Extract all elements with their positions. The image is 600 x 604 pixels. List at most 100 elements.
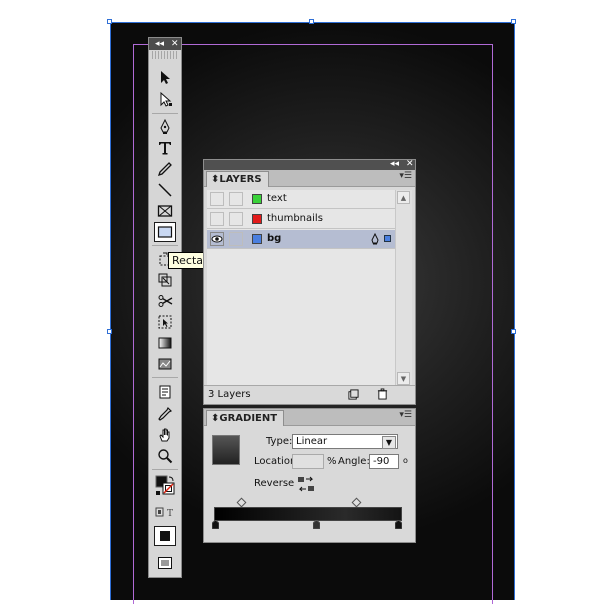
pencil-icon	[157, 162, 172, 177]
layers-panel-topbar[interactable]: ◂◂ ✕	[204, 159, 415, 170]
line-icon	[158, 183, 172, 197]
reverse-gradient-icon[interactable]	[297, 476, 315, 492]
rectangle-icon	[157, 226, 173, 238]
rectangle-tool[interactable]	[154, 222, 176, 242]
handle-top-right[interactable]	[511, 19, 516, 24]
collapse-icon[interactable]: ◂◂	[155, 38, 164, 50]
layer-name: text	[267, 193, 287, 204]
handle-middle-right[interactable]	[511, 329, 516, 334]
type-label: Type:	[266, 436, 293, 447]
panel-menu-icon[interactable]: ▾☰	[399, 171, 412, 181]
gradient-feather-tool[interactable]	[154, 354, 176, 374]
eye-icon	[211, 235, 223, 243]
direct-selection-tool[interactable]	[154, 89, 176, 109]
screen-mode-button[interactable]	[154, 553, 176, 573]
layers-tabstrip: ⬍LAYERS ▾☰	[204, 170, 415, 187]
handle-top-left[interactable]	[107, 19, 112, 24]
gradient-swatch-tool[interactable]	[154, 333, 176, 353]
reverse-label: Reverse	[254, 478, 295, 489]
tool-separator	[152, 377, 178, 378]
visibility-toggle[interactable]	[210, 232, 224, 246]
layer-color-swatch	[252, 194, 262, 204]
formatting-toggles[interactable]: T	[154, 505, 176, 519]
scale-icon	[158, 273, 172, 287]
pen-tool[interactable]	[154, 117, 176, 137]
scissors-tool[interactable]	[154, 291, 176, 311]
layers-panel: ◂◂ ✕ ⬍LAYERS ▾☰ text thumbnails bg ▲ ▼ 3…	[203, 159, 416, 405]
normal-view-icon	[160, 531, 170, 541]
gradient-type-select[interactable]: Linear ▼	[292, 434, 398, 449]
zoom-tool[interactable]	[154, 446, 176, 466]
layers-scrollbar[interactable]: ▲ ▼	[395, 190, 412, 386]
hand-icon	[159, 428, 170, 442]
midpoint-diamond[interactable]	[236, 497, 247, 508]
note-tool[interactable]	[154, 382, 176, 402]
selected-item-indicator[interactable]	[384, 235, 391, 242]
eyedropper-icon	[158, 406, 173, 421]
collapse-icon[interactable]: ◂◂	[390, 159, 399, 169]
layers-footer: 3 Layers	[204, 385, 415, 404]
gradient-panel: ⬍GRADIENT ▾☰ Type: Linear ▼ Location: % …	[203, 408, 416, 543]
angle-field[interactable]: -90	[369, 454, 399, 469]
visibility-toggle[interactable]	[210, 192, 224, 206]
scale-tool[interactable]	[154, 270, 176, 290]
free-transform-tool[interactable]	[154, 312, 176, 332]
gradient-ramp[interactable]	[214, 507, 402, 521]
close-icon[interactable]: ✕	[406, 159, 414, 169]
gradient-preview	[212, 435, 240, 465]
percent-sign: %	[327, 456, 337, 467]
screen-mode-icon	[158, 557, 172, 569]
color-stop-icon[interactable]	[212, 520, 219, 529]
layer-row[interactable]: thumbnails	[207, 210, 397, 229]
location-field[interactable]	[292, 454, 324, 469]
fill-stroke-swatches[interactable]	[154, 473, 176, 499]
angle-label: Angle:	[338, 456, 370, 467]
pen-icon	[160, 119, 170, 134]
svg-text:T: T	[167, 509, 173, 518]
handle-middle-left[interactable]	[107, 329, 112, 334]
arrow-icon	[161, 71, 170, 84]
visibility-toggle[interactable]	[210, 212, 224, 226]
tool-separator	[152, 113, 178, 114]
line-tool[interactable]	[154, 180, 176, 200]
chevron-down-icon[interactable]: ▼	[382, 436, 396, 449]
gradient-tabstrip: ⬍GRADIENT ▾☰	[204, 409, 415, 426]
tools-grip[interactable]	[152, 51, 178, 59]
layer-row[interactable]: bg	[207, 230, 397, 249]
midpoint-diamond[interactable]	[351, 497, 362, 508]
degree-sign: o	[403, 456, 408, 465]
scroll-down-icon[interactable]: ▼	[397, 372, 410, 385]
eyedropper-tool[interactable]	[154, 404, 176, 424]
trash-icon[interactable]	[377, 388, 388, 400]
handle-top-center[interactable]	[309, 19, 314, 24]
scissors-icon	[158, 295, 173, 307]
lock-toggle[interactable]	[229, 192, 243, 206]
fill-stroke-icon	[155, 475, 175, 495]
new-layer-icon[interactable]	[348, 389, 359, 400]
normal-view-mode[interactable]	[154, 526, 176, 546]
close-icon[interactable]: ✕	[171, 38, 179, 50]
layer-name: thumbnails	[267, 213, 323, 224]
frame-icon	[157, 205, 173, 217]
panel-menu-icon[interactable]: ▾☰	[399, 410, 412, 420]
format-container-icon: T	[155, 507, 173, 518]
rectangle-frame-tool[interactable]	[154, 201, 176, 221]
lock-toggle[interactable]	[229, 232, 243, 246]
tools-panel: ◂◂ ✕ T	[148, 37, 182, 578]
layer-row[interactable]: text	[207, 190, 397, 209]
hand-tool[interactable]	[154, 425, 176, 445]
tool-separator	[152, 469, 178, 470]
tab-layers[interactable]: ⬍LAYERS	[206, 171, 269, 187]
layer-count: 3 Layers	[208, 389, 251, 400]
scroll-up-icon[interactable]: ▲	[397, 191, 410, 204]
magnifier-icon	[158, 449, 173, 464]
layer-color-swatch	[252, 234, 262, 244]
color-stop-icon[interactable]	[313, 520, 320, 529]
type-tool[interactable]	[154, 138, 176, 158]
tools-panel-header[interactable]: ◂◂ ✕	[149, 38, 181, 50]
lock-toggle[interactable]	[229, 212, 243, 226]
selection-tool[interactable]	[154, 67, 176, 87]
tab-gradient[interactable]: ⬍GRADIENT	[206, 410, 285, 426]
color-stop-icon[interactable]	[395, 520, 402, 529]
pencil-tool[interactable]	[154, 159, 176, 179]
